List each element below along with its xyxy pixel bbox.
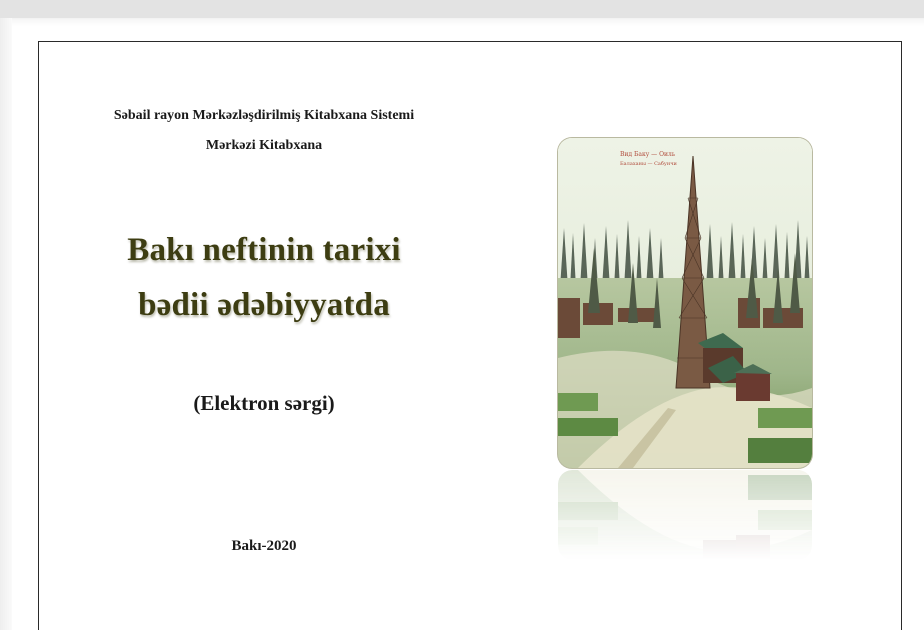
postcard-reflection <box>558 470 812 560</box>
oil-derricks-postcard-image: Вид Баку — Оиль Балаханы — Сабунчи <box>558 138 812 468</box>
title-line-1: Bakı neftinin tarixi <box>127 232 401 268</box>
document-viewer[interactable]: Səbail rayon Mərkəzləşdirilmiş Kitabxana… <box>0 0 924 630</box>
postcard-caption-line-1: Вид Баку — Оиль <box>620 151 676 158</box>
document-page: Səbail rayon Mərkəzləşdirilmiş Kitabxana… <box>38 41 902 630</box>
postcard-caption-line-2: Балаханы — Сабунчи <box>620 160 678 167</box>
library-name: Mərkəzi Kitabxana <box>205 138 323 153</box>
viewer-toolbar-strip <box>0 0 924 18</box>
title-line-2: bədii ədəbiyyatda <box>138 287 390 323</box>
viewer-left-gutter <box>0 18 12 630</box>
place-and-year: Bakı-2020 <box>231 538 297 554</box>
organization-name: Səbail rayon Mərkəzləşdirilmiş Kitabxana… <box>113 108 415 123</box>
subtitle: (Elektron sərgi) <box>193 391 335 415</box>
